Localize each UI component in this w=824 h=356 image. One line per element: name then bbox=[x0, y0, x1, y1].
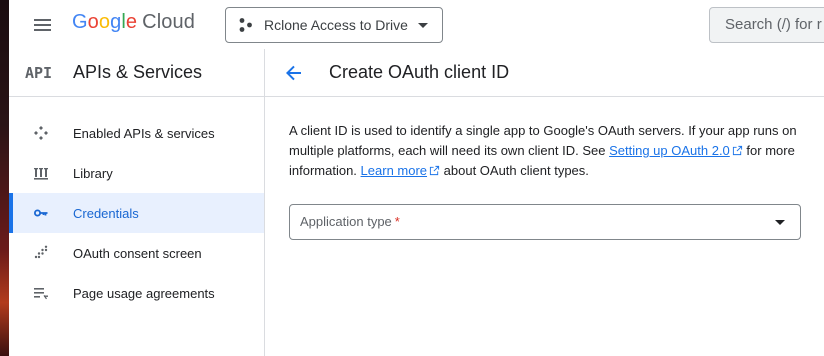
external-link-icon bbox=[429, 165, 440, 176]
required-mark: * bbox=[394, 214, 400, 229]
back-arrow-icon[interactable] bbox=[283, 62, 305, 84]
setting-up-oauth-link[interactable]: Setting up OAuth 2.0 bbox=[609, 143, 730, 158]
page-title: Create OAuth client ID bbox=[329, 62, 510, 82]
project-selector[interactable]: Rclone Access to Drive bbox=[225, 7, 443, 43]
top-bar: Google Cloud Rclone Access to Drive Searc… bbox=[9, 0, 824, 49]
api-icon: API bbox=[25, 63, 53, 82]
desktop-background-edge bbox=[0, 0, 9, 356]
sidebar-title: APIs & Services bbox=[73, 62, 203, 82]
consent-icon bbox=[32, 244, 50, 262]
agreements-icon bbox=[32, 284, 50, 302]
google-cloud-logo[interactable]: Google Cloud bbox=[72, 11, 195, 34]
sidebar-item-credentials[interactable]: Credentials bbox=[9, 193, 264, 233]
search-input[interactable]: Search (/) for r bbox=[709, 7, 824, 43]
menu-icon bbox=[34, 19, 51, 21]
caret-down-icon bbox=[418, 23, 428, 28]
external-link-icon bbox=[732, 145, 742, 156]
sidebar: API APIs & Services Enabled APIs & servi… bbox=[9, 49, 265, 356]
project-icon bbox=[239, 18, 252, 32]
learn-more-link[interactable]: Learn more bbox=[361, 163, 427, 178]
page-header: Create OAuth client ID bbox=[265, 49, 824, 97]
sidebar-item-oauth-consent[interactable]: OAuth consent screen bbox=[9, 233, 264, 273]
library-icon bbox=[32, 164, 50, 182]
sidebar-item-enabled-apis[interactable]: Enabled APIs & services bbox=[9, 113, 264, 153]
sidebar-item-library[interactable]: Library bbox=[9, 153, 264, 193]
application-type-select[interactable]: Application type * bbox=[289, 204, 801, 240]
sidebar-header: API APIs & Services bbox=[9, 49, 264, 97]
application-type-label: Application type bbox=[300, 214, 392, 229]
enabled-apis-icon bbox=[32, 124, 50, 142]
sidebar-nav: Enabled APIs & services Library Credenti… bbox=[9, 97, 264, 313]
sidebar-item-page-usage[interactable]: Page usage agreements bbox=[9, 273, 264, 313]
main-menu-button[interactable] bbox=[31, 14, 53, 36]
key-icon bbox=[32, 204, 50, 222]
description: A client ID is used to identify a single… bbox=[289, 123, 797, 178]
main-content: Create OAuth client ID A client ID is us… bbox=[265, 49, 824, 356]
dropdown-arrow-icon bbox=[775, 220, 785, 225]
project-name: Rclone Access to Drive bbox=[264, 17, 408, 33]
